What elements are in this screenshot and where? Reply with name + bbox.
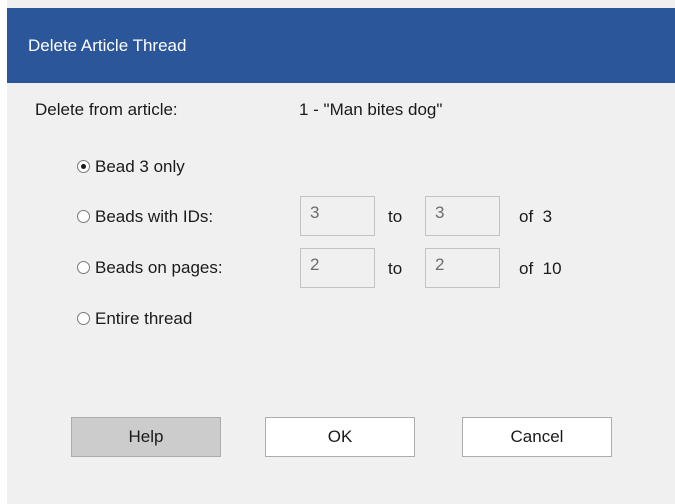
radio-beads-with-ids[interactable]: Beads with IDs: — [75, 203, 285, 231]
title-bar: Delete Article Thread — [7, 8, 675, 83]
radio-entire-thread[interactable]: Entire thread — [75, 305, 275, 333]
radio-dot — [81, 164, 86, 169]
beads-ids-to-label: to — [388, 207, 403, 226]
beads-pages-from-field[interactable]: 2 — [300, 248, 375, 288]
dialog-title: Delete Article Thread — [28, 36, 187, 55]
beads-pages-to-label: to — [388, 259, 403, 278]
radio-button[interactable] — [77, 210, 90, 223]
radio-beads-on-pages[interactable]: Beads on pages: — [75, 254, 285, 282]
beads-ids-of-label: of 3 — [519, 207, 553, 226]
dialog-body: Delete from article: 1 - "Man bites dog"… — [7, 83, 675, 504]
radio-button[interactable] — [77, 312, 90, 325]
help-button[interactable]: Help — [71, 417, 221, 457]
beads-pages-of-label: of 10 — [519, 259, 562, 278]
article-name: 1 - "Man bites dog" — [299, 100, 443, 119]
radio-button-selected[interactable] — [77, 160, 90, 173]
ok-button[interactable]: OK — [265, 417, 415, 457]
delete-from-label: Delete from article: — [35, 100, 178, 119]
beads-pages-to-field[interactable]: 2 — [425, 248, 500, 288]
radio-button[interactable] — [77, 261, 90, 274]
beads-ids-label: Beads with IDs: — [95, 207, 214, 226]
radio-bead-only[interactable]: Bead 3 only — [75, 153, 275, 181]
beads-pages-label: Beads on pages: — [95, 258, 223, 277]
beads-ids-to-field[interactable]: 3 — [425, 196, 500, 236]
beads-ids-from-field[interactable]: 3 — [300, 196, 375, 236]
bead-only-label: Bead 3 only — [95, 157, 185, 176]
cancel-button[interactable]: Cancel — [462, 417, 612, 457]
entire-thread-label: Entire thread — [95, 309, 193, 328]
